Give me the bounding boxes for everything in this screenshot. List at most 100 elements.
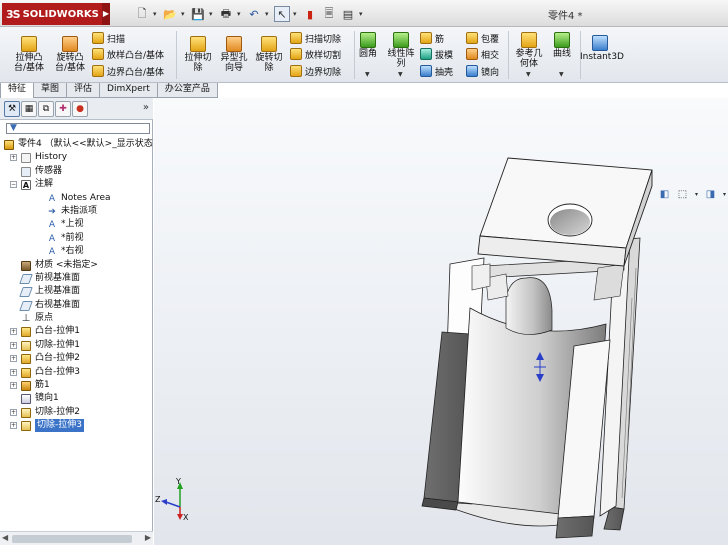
fillet-button[interactable]: 圆角	[356, 32, 380, 59]
print-icon[interactable]: 🖶	[218, 6, 234, 22]
collapse-icon[interactable]: −	[10, 181, 17, 189]
wrap-button[interactable]: 包覆	[466, 31, 499, 45]
tree-item-label: 镜向1	[35, 393, 59, 404]
hole-wizard-button[interactable]: 异型孔 向导	[216, 36, 252, 73]
rib-button[interactable]: 筋	[420, 31, 444, 45]
tree-root[interactable]: 零件4 （默认<<默认>_显示状态	[0, 138, 153, 151]
panel-horizontal-scrollbar[interactable]: ◀ ▶	[0, 531, 153, 545]
expand-icon[interactable]: +	[10, 154, 17, 162]
linear-pattern-dropdown-icon[interactable]: ▼	[398, 71, 403, 78]
top-view-icon: A	[48, 220, 56, 231]
tab-dimxpert[interactable]: DimXpert	[99, 83, 158, 98]
tree-item[interactable]: 右视基准面	[0, 299, 153, 312]
linear-pattern-button[interactable]: 线性阵 列	[384, 32, 418, 69]
rebuild-icon[interactable]: ▮	[302, 6, 318, 22]
logo-menu-arrow-icon[interactable]: ▶	[102, 3, 110, 25]
tab-features[interactable]: 特征	[0, 83, 35, 98]
tree-item[interactable]: A *右视	[0, 245, 153, 258]
new-icon[interactable]: 🗋	[134, 6, 150, 22]
reference-geometry-dropdown-icon[interactable]: ▼	[526, 71, 531, 78]
expand-icon[interactable]: +	[10, 408, 17, 416]
tab-evaluate[interactable]: 评估	[66, 83, 101, 98]
select-dropdown-icon[interactable]: ▾	[293, 10, 299, 18]
extruded-cut-button[interactable]: 拉伸切 除	[178, 36, 218, 73]
tree-item[interactable]: 材质 <未指定>	[0, 259, 153, 272]
feature-manager-tab-icon[interactable]: ⚒	[4, 101, 20, 117]
extruded-boss-button[interactable]: 拉伸凸 台/基体	[10, 36, 48, 73]
configuration-manager-tab-icon[interactable]: ⧉	[38, 101, 54, 117]
revolved-boss-button[interactable]: 旋转凸 台/基体	[50, 36, 90, 73]
tree-item[interactable]: A *上视	[0, 218, 153, 231]
mirror-button[interactable]: 镜向	[466, 64, 499, 78]
save-icon[interactable]: 💾	[190, 6, 206, 22]
expand-icon[interactable]: +	[10, 382, 17, 390]
curves-button[interactable]: 曲线	[548, 32, 576, 59]
draft-button[interactable]: 拔模	[420, 47, 453, 61]
open-dropdown-icon[interactable]: ▾	[181, 10, 187, 18]
tree-item-label: 切除-拉伸3	[35, 419, 84, 433]
expand-icon[interactable]: +	[10, 328, 17, 336]
options-icon[interactable]: ▤	[340, 6, 356, 22]
save-dropdown-icon[interactable]: ▾	[209, 10, 215, 18]
open-icon[interactable]: 📂	[162, 6, 178, 22]
tab-sketch[interactable]: 草图	[33, 83, 68, 98]
revolved-cut-icon	[261, 36, 277, 52]
scroll-left-icon[interactable]: ◀	[2, 533, 8, 542]
scroll-right-icon[interactable]: ▶	[145, 533, 151, 542]
display-manager-tab-icon[interactable]: ●	[72, 101, 88, 117]
tab-office-products[interactable]: 办公室产品	[156, 83, 218, 98]
expand-icon[interactable]: +	[10, 355, 17, 363]
boundary-cut-button[interactable]: 边界切除	[290, 64, 341, 78]
tree-item-label: *前视	[61, 232, 84, 243]
instant3d-button[interactable]: Instant3D	[580, 35, 624, 62]
tree-item[interactable]: 上视基准面	[0, 285, 153, 298]
intersect-button[interactable]: 相交	[466, 47, 499, 61]
tree-item[interactable]: + 凸台-拉伸3	[0, 366, 153, 379]
tree-item[interactable]: + 切除-拉伸2	[0, 406, 153, 419]
graphics-viewport[interactable]: ⊕ ⊘ ↶ ◧ ⬚ ▾ ◨ ▾ 👁 ▾ ◉ ♣ ▾ ▭ ▾	[154, 98, 728, 545]
tree-item[interactable]: − A 注解	[0, 178, 153, 191]
tree-item[interactable]: + 凸台-拉伸2	[0, 352, 153, 365]
panel-expand-icon[interactable]: »	[143, 102, 149, 113]
fillet-dropdown-icon[interactable]: ▼	[365, 71, 370, 78]
tree-item[interactable]: A *前视	[0, 232, 153, 245]
tree-item[interactable]: 前视基准面	[0, 272, 153, 285]
revolved-boss-label: 旋转凸 台/基体	[54, 53, 86, 73]
solidworks-logo[interactable]: 3S SOLIDWORKS ▶	[2, 3, 110, 25]
tree-item[interactable]: 镜向1	[0, 392, 153, 405]
file-properties-icon[interactable]: 🗏	[321, 6, 337, 22]
tree-item[interactable]: ⊥ 原点	[0, 312, 153, 325]
dimxpert-manager-tab-icon[interactable]: ✚	[55, 101, 71, 117]
lofted-cut-button[interactable]: 放样切割	[290, 47, 341, 61]
reference-geometry-button[interactable]: 参考几 何体	[512, 32, 546, 69]
select-icon[interactable]: ↖	[274, 6, 290, 22]
expand-icon[interactable]: +	[10, 368, 17, 376]
tree-item[interactable]: + 凸台-拉伸1	[0, 325, 153, 338]
expand-icon[interactable]: +	[10, 422, 17, 430]
property-manager-tab-icon[interactable]: ▦	[21, 101, 37, 117]
tree-item[interactable]: 传感器	[0, 165, 153, 178]
tree-item[interactable]: + History	[0, 151, 153, 164]
tree-item[interactable]: + 筋1	[0, 379, 153, 392]
lofted-boss-button[interactable]: 放样凸台/基体	[92, 47, 164, 61]
part-model-3d[interactable]	[154, 98, 728, 545]
undo-icon[interactable]: ↶	[246, 6, 262, 22]
undo-dropdown-icon[interactable]: ▾	[265, 10, 271, 18]
curves-dropdown-icon[interactable]: ▼	[559, 71, 564, 78]
print-dropdown-icon[interactable]: ▾	[237, 10, 243, 18]
tree-item[interactable]: + 切除-拉伸1	[0, 339, 153, 352]
options-dropdown-icon[interactable]: ▾	[359, 10, 365, 18]
swept-boss-label: 扫描	[107, 34, 126, 45]
feature-tree-filter[interactable]: ▼	[6, 123, 150, 134]
tree-item[interactable]: A Notes Area	[0, 192, 153, 205]
tree-item[interactable]: ➔ 未指派项	[0, 205, 153, 218]
new-dropdown-icon[interactable]: ▾	[153, 10, 159, 18]
expand-icon[interactable]: +	[10, 341, 17, 349]
boundary-boss-button[interactable]: 边界凸台/基体	[92, 64, 164, 78]
revolved-cut-button[interactable]: 旋转切 除	[250, 36, 288, 73]
swept-boss-button[interactable]: 扫描	[92, 31, 125, 45]
swept-cut-button[interactable]: 扫描切除	[290, 31, 341, 45]
scroll-thumb[interactable]	[12, 535, 132, 543]
tree-item[interactable]: + 切除-拉伸3	[0, 419, 153, 433]
shell-button[interactable]: 抽壳	[420, 64, 453, 78]
